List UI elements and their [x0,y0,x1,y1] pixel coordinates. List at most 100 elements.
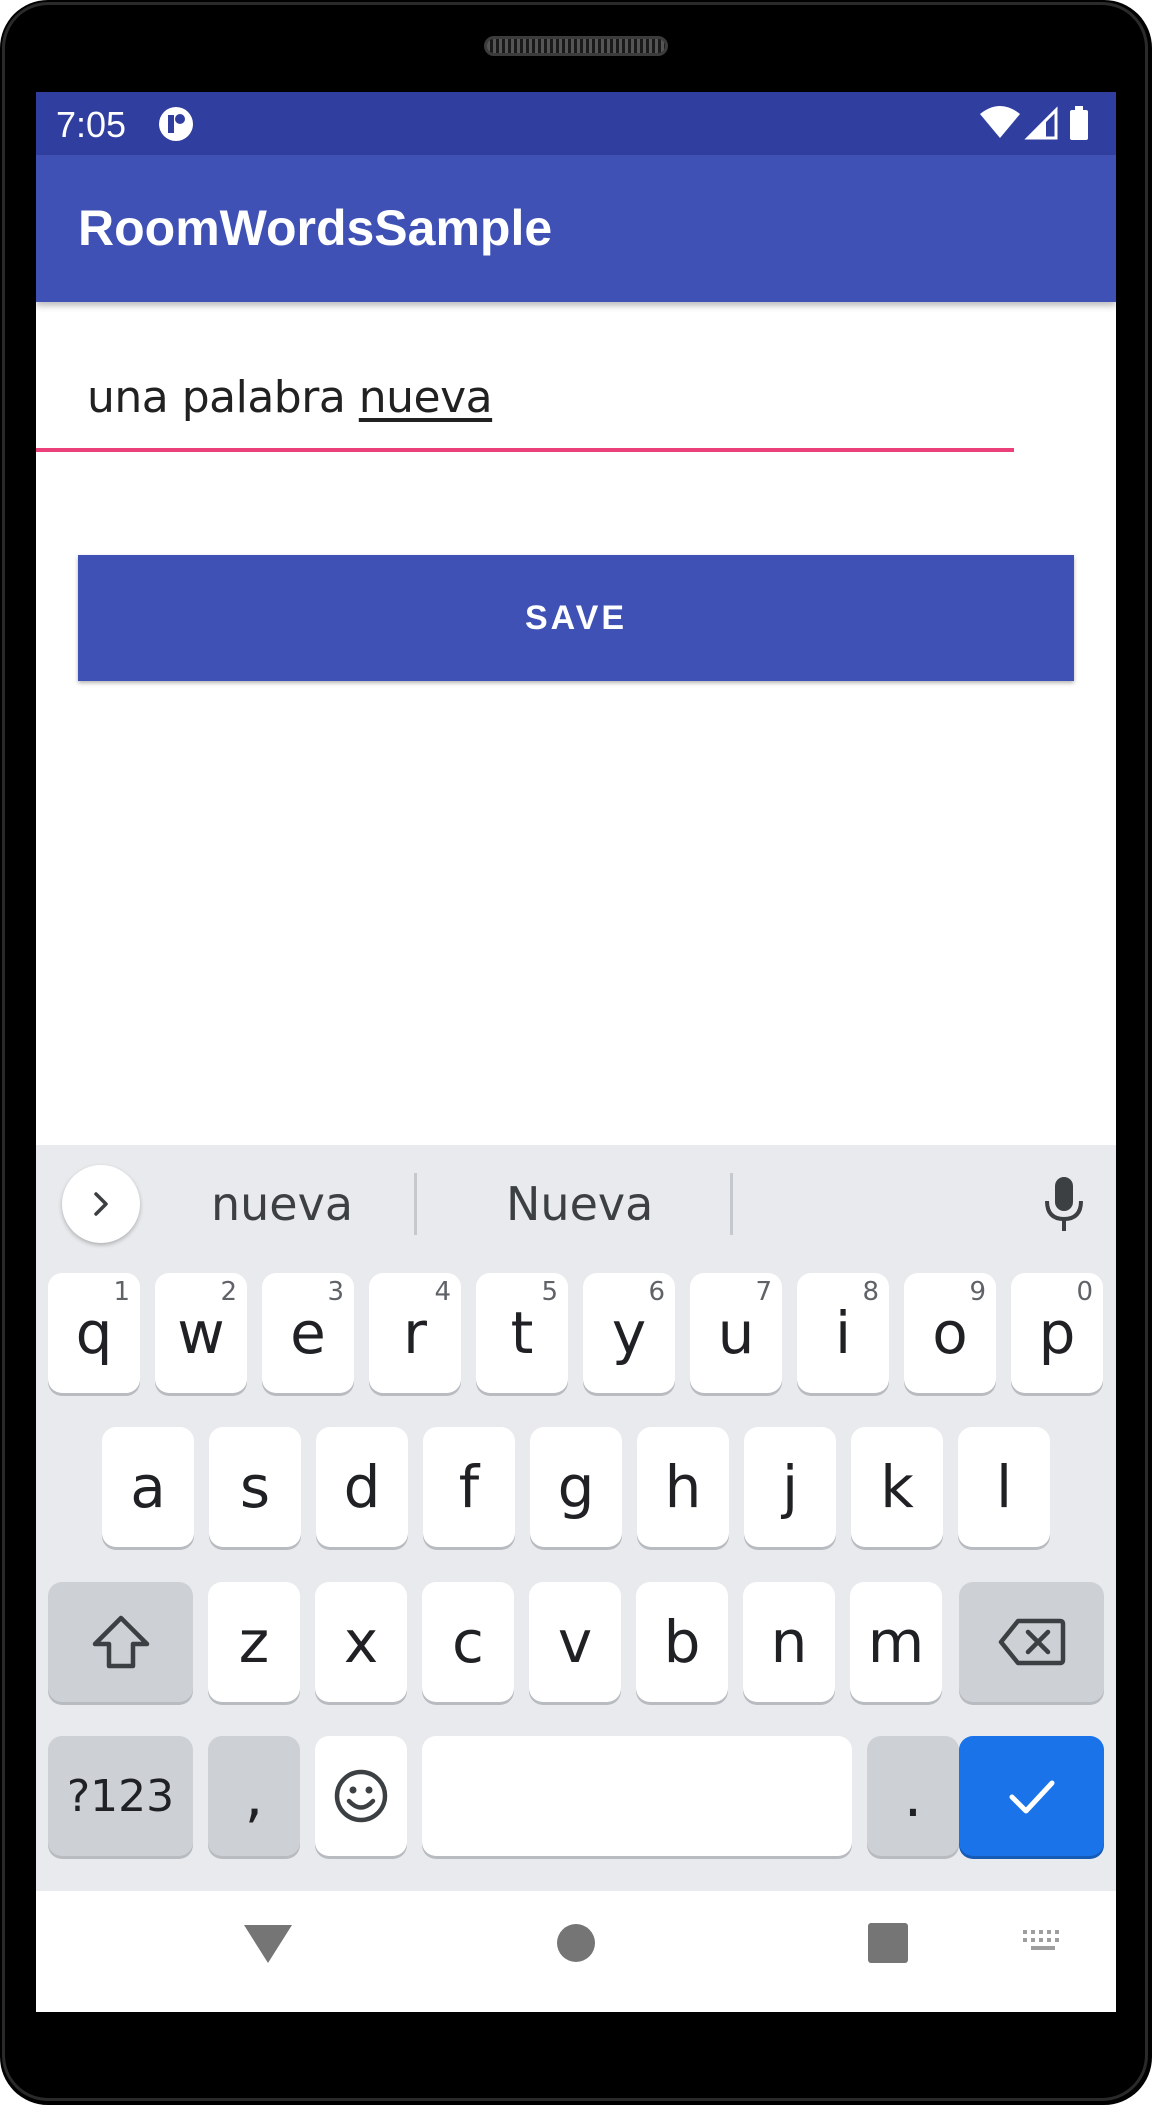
key-label: q [75,1299,113,1367]
key-label: r [403,1299,427,1367]
key-label: o [932,1299,968,1367]
key-j[interactable]: j [744,1427,836,1547]
status-icons [980,106,1088,140]
recents-icon[interactable] [866,1921,910,1965]
key-l[interactable]: l [958,1427,1050,1547]
phone-frame: 7:05 RoomWordsSample una palabra nueva S… [0,0,1152,2105]
key-k[interactable]: k [851,1427,943,1547]
key-v[interactable]: v [529,1582,621,1702]
back-icon[interactable] [240,1919,296,1969]
key-label: ?123 [66,1770,175,1822]
word-input[interactable]: una palabra nueva [87,372,1065,442]
key-label: j [781,1453,799,1521]
key-label: c [452,1608,484,1676]
key-label: z [238,1608,270,1676]
input-underline [36,448,1014,452]
suggestion-1[interactable]: nueva [211,1177,353,1231]
home-icon[interactable] [552,1919,600,1967]
soft-keyboard: nueva Nueva q1w2e3r4t5y6u7i8o9p0asdfghjk… [36,1145,1116,1891]
key-hint: 4 [434,1277,451,1307]
expand-toolbar-button[interactable] [62,1165,140,1243]
key-label: t [510,1299,534,1367]
status-time: 7:05 [56,104,127,145]
suggestion-strip: nueva Nueva [36,1145,1116,1265]
key-o[interactable]: o9 [904,1273,996,1393]
key-h[interactable]: h [637,1427,729,1547]
key-hint: 3 [327,1277,344,1307]
key-label: v [557,1608,593,1676]
key-label: n [770,1608,808,1676]
keyboard-switch-icon[interactable] [1021,1928,1065,1958]
period-key[interactable]: . [867,1736,959,1856]
key-label: , [244,1762,264,1830]
key-label: p [1038,1299,1076,1367]
suggestion-divider [730,1173,733,1235]
key-label: f [458,1453,480,1521]
key-s[interactable]: s [209,1427,301,1547]
key-hint: 5 [541,1277,558,1307]
key-i[interactable]: i8 [797,1273,889,1393]
cell-signal-icon [1024,106,1058,140]
space-key[interactable] [422,1736,852,1856]
key-m[interactable]: m [850,1582,942,1702]
app-toolbar: RoomWordsSample [36,155,1116,302]
key-label: m [867,1608,925,1676]
backspace-key[interactable] [959,1582,1104,1702]
shift-key[interactable] [48,1582,193,1702]
emoji-key[interactable] [315,1736,407,1856]
key-label: x [343,1608,379,1676]
key-x[interactable]: x [315,1582,407,1702]
key-label: w [177,1299,225,1367]
key-y[interactable]: y6 [583,1273,675,1393]
key-label: . [903,1762,923,1830]
key-r[interactable]: r4 [369,1273,461,1393]
key-u[interactable]: u7 [690,1273,782,1393]
key-n[interactable]: n [743,1582,835,1702]
key-c[interactable]: c [422,1582,514,1702]
chevron-right-icon [94,1192,108,1216]
word-input-prefix: una palabra [87,372,359,423]
key-hint: 9 [969,1277,986,1307]
key-f[interactable]: f [423,1427,515,1547]
earpiece-speaker [484,36,668,56]
key-g[interactable]: g [530,1427,622,1547]
backspace-icon [998,1618,1065,1666]
key-label: a [130,1453,166,1521]
key-label: s [239,1453,271,1521]
key-label: g [557,1453,595,1521]
emoji-icon [334,1769,388,1823]
key-d[interactable]: d [316,1427,408,1547]
key-label: h [664,1453,702,1521]
word-input-composing: nueva [358,372,493,423]
key-label: l [995,1453,1013,1521]
key-q[interactable]: q1 [48,1273,140,1393]
app-title: RoomWordsSample [78,200,553,256]
comma-key[interactable]: , [208,1736,300,1856]
key-hint: 8 [862,1277,879,1307]
key-hint: 7 [755,1277,772,1307]
symbols-key[interactable]: ?123 [48,1736,193,1856]
wifi-icon [980,106,1020,138]
key-hint: 0 [1076,1277,1093,1307]
microphone-icon[interactable] [1041,1175,1087,1235]
save-button[interactable]: SAVE [78,555,1074,681]
notification-app-icon [159,107,193,141]
key-label: y [611,1299,647,1367]
status-bar: 7:05 [36,92,1116,155]
key-z[interactable]: z [208,1582,300,1702]
key-hint: 6 [648,1277,665,1307]
key-w[interactable]: w2 [155,1273,247,1393]
suggestion-2[interactable]: Nueva [506,1177,653,1231]
key-label: u [717,1299,755,1367]
key-e[interactable]: e3 [262,1273,354,1393]
key-b[interactable]: b [636,1582,728,1702]
key-label: k [880,1453,914,1521]
key-a[interactable]: a [102,1427,194,1547]
checkmark-icon [1009,1780,1054,1814]
key-p[interactable]: p0 [1011,1273,1103,1393]
key-t[interactable]: t5 [476,1273,568,1393]
key-hint: 1 [113,1277,130,1307]
enter-key[interactable] [959,1736,1104,1856]
navigation-bar [36,1891,1116,2012]
screen: 7:05 RoomWordsSample una palabra nueva S… [36,92,1116,2012]
